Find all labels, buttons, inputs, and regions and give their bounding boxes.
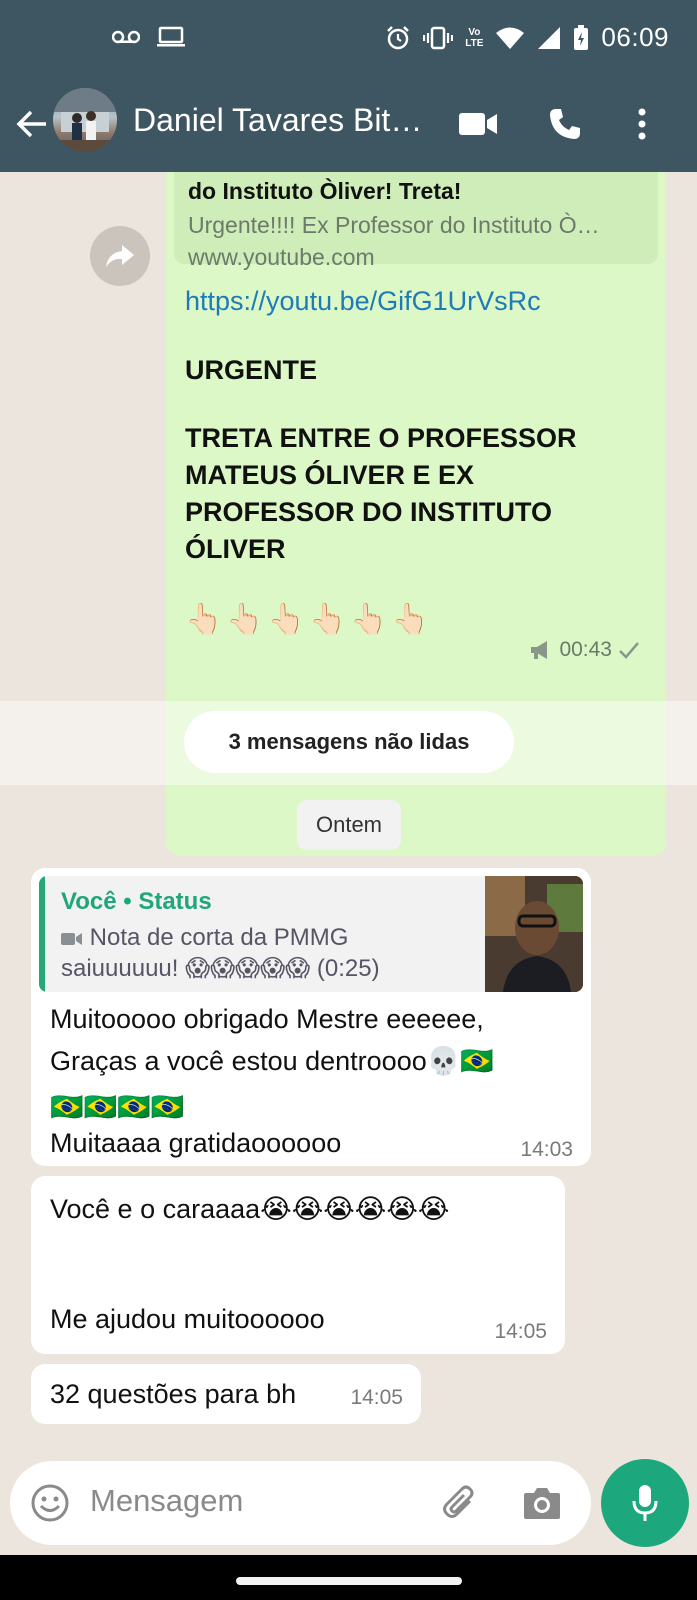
system-navigation-bar: [0, 1555, 697, 1600]
unread-messages-badge: 3 mensagens não lidas: [184, 711, 514, 773]
forward-button[interactable]: [90, 226, 150, 286]
incoming-message-bubble[interactable]: Você e o caraaaa😭😭😭😭😭😭 Me ajudou muitooo…: [31, 1176, 565, 1354]
status-thumbnail-photo: [485, 876, 583, 992]
message-list[interactable]: do Instituto Òliver! Treta! Urgente!!!! …: [0, 172, 697, 1452]
quote-text: Nota de corta da PMMG saiuuuuuu! 😱😱😱😱😱 (…: [61, 924, 380, 982]
message-time: 00:43: [559, 638, 612, 661]
paperclip-icon: [443, 1485, 474, 1518]
message-text-line: Você e o caraaaa😭😭😭😭😭😭: [50, 1194, 450, 1224]
single-check-icon: [619, 642, 639, 659]
message-text-line: ÓLIVER: [185, 534, 286, 564]
contact-name[interactable]: Daniel Tavares Bit…: [133, 102, 443, 139]
message-time: 14:05: [494, 1320, 547, 1343]
vibrate-icon: [423, 26, 454, 49]
link-preview-domain: www.youtube.com: [188, 244, 375, 270]
link-preview-description: Urgente!!!! Ex Professor do Instituto Ò…: [188, 212, 600, 238]
message-text-urgente: URGENTE: [185, 355, 318, 385]
avatar[interactable]: [53, 88, 117, 152]
message-time: 14:05: [350, 1386, 403, 1409]
message-text-line: MATEUS ÓLIVER E EX: [185, 460, 475, 490]
phone-icon: [550, 109, 580, 139]
attach-button[interactable]: [436, 1479, 484, 1527]
clock: 06:09: [601, 22, 669, 52]
status-thumbnail: [485, 876, 583, 992]
message-input[interactable]: Mensagem: [90, 1483, 243, 1519]
camera-button[interactable]: [518, 1479, 566, 1527]
incoming-message-bubble[interactable]: Você • Status Nota de corta da PMMG saiu…: [31, 868, 591, 1166]
chat-header: Daniel Tavares Bit…: [0, 80, 697, 172]
date-separator: Ontem: [297, 800, 401, 850]
pointing-emojis: 👆🏻👆🏻👆🏻👆🏻👆🏻👆🏻: [185, 603, 434, 636]
message-link[interactable]: https://youtu.be/GifG1UrVsRc: [185, 286, 541, 317]
megaphone-icon: [531, 641, 548, 659]
voice-call-button[interactable]: [543, 102, 587, 146]
video-icon: [61, 932, 82, 945]
quote-accent-bar: [39, 876, 45, 992]
emoji-icon: [31, 1484, 69, 1522]
signal-icon: [538, 26, 561, 49]
incoming-message-bubble[interactable]: 32 questões para bh 14:05: [31, 1364, 421, 1424]
alarm-icon: [387, 25, 410, 49]
message-text-line: TRETA ENTRE O PROFESSOR: [185, 423, 577, 453]
quote-author: Você • Status: [61, 888, 212, 915]
message-composer: Mensagem: [10, 1461, 591, 1545]
voicemail-icon: [112, 30, 140, 44]
message-text-line: Muitaaaa gratidaoooooo: [50, 1128, 342, 1158]
voice-record-button[interactable]: [601, 1459, 689, 1547]
microphone-icon: [632, 1485, 658, 1521]
status-bar: Vo LTE 06:09: [0, 0, 697, 80]
status-reply-quote[interactable]: Você • Status Nota de corta da PMMG saiu…: [39, 876, 583, 992]
link-preview-title: do Instituto Òliver! Treta!: [188, 178, 462, 204]
home-indicator[interactable]: [236, 1577, 462, 1585]
more-options-button[interactable]: [620, 102, 664, 146]
message-meta: 00:43: [529, 638, 640, 662]
more-vert-icon: [638, 108, 646, 140]
link-preview-card[interactable]: do Instituto Òliver! Treta! Urgente!!!! …: [174, 172, 658, 270]
message-text-line: 32 questões para bh: [50, 1379, 297, 1409]
message-text-line: Muitooooo obrigado Mestre eeeeee,: [50, 1004, 484, 1034]
camera-icon: [524, 1488, 560, 1519]
message-time: 14:03: [520, 1138, 573, 1161]
laptop-icon: [157, 26, 185, 47]
video-call-button[interactable]: [456, 102, 500, 146]
message-text-line: Me ajudou muitoooooo: [50, 1304, 325, 1334]
back-arrow-icon: [16, 110, 46, 138]
message-text-line: PROFESSOR DO INSTITUTO: [185, 497, 553, 527]
wifi-icon: [496, 27, 525, 49]
battery-icon: [574, 24, 589, 50]
message-text-line: Graças a você estou dentroooo💀🇧🇷: [50, 1046, 494, 1076]
volte-indicator: Vo LTE: [465, 26, 484, 49]
emoji-button[interactable]: [26, 1479, 74, 1527]
forward-icon: [106, 245, 134, 267]
back-button[interactable]: [12, 104, 52, 144]
avatar-photo: [53, 88, 117, 152]
video-call-icon: [459, 113, 497, 135]
